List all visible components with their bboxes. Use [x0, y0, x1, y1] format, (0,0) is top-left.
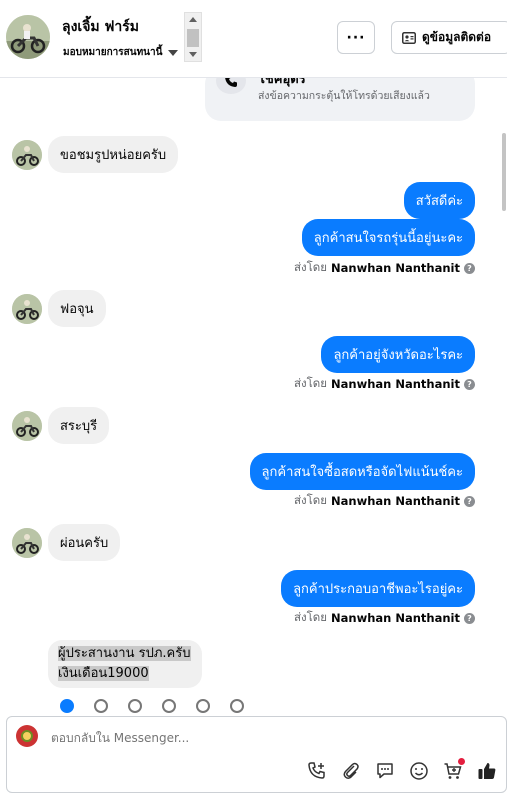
message-bubble[interactable]: ผ่อนครับ	[48, 524, 121, 561]
sent-by-prefix: ส่งโดย	[293, 260, 328, 274]
message-bubble[interactable]: ผู้ประสานงาน รปภ.ครับ เงินเดือน19000	[48, 640, 202, 688]
paperclip-icon[interactable]	[340, 760, 362, 782]
conversation-header: ลุงเจิ้ม ฟาร์ม มอบหมายการสนทนานี้ ··· ดู…	[0, 0, 507, 78]
notification-dot	[458, 758, 465, 765]
message-bubble-outgoing[interactable]: ลูกค้าประกอบอาชีพอะไรอยู่คะ	[281, 570, 475, 607]
message-thread[interactable]: โชคอุดร ส่งข้อความกระตุ้นให้โทรด้วยเสียง…	[0, 78, 507, 713]
thumbs-up-icon[interactable]	[476, 760, 498, 782]
reply-input[interactable]	[51, 731, 351, 745]
sent-by-name[interactable]: Nanwhan Nanthanit	[331, 377, 460, 391]
view-contact-button[interactable]: ดูข้อมูลติดต่อ	[391, 21, 507, 54]
scroll-up-icon[interactable]	[189, 17, 197, 22]
sent-by-name[interactable]: Nanwhan Nanthanit	[331, 261, 460, 275]
reaction-icon[interactable]	[94, 699, 108, 713]
reply-composer	[6, 716, 507, 793]
sent-by-label: ส่งโดย Nanwhan Nanthanit ?	[294, 375, 475, 393]
scroll-thumb[interactable]	[187, 29, 199, 47]
view-contact-label: ดูข้อมูลติดต่อ	[422, 30, 492, 44]
reaction-icon[interactable]	[162, 699, 176, 713]
message-line: ผู้ประสานงาน รปภ.ครับ	[58, 646, 191, 661]
message-bubble-outgoing[interactable]: ลูกค้าสนใจรถรุ่นนี้อยู่นะคะ	[301, 219, 475, 256]
sender-avatar[interactable]	[12, 410, 42, 441]
reaction-icon[interactable]	[230, 699, 244, 713]
page-avatar	[16, 725, 38, 747]
smiley-icon[interactable]	[408, 760, 430, 782]
sender-avatar[interactable]	[12, 293, 42, 324]
sent-by-prefix: ส่งโดย	[293, 610, 328, 624]
message-bubble-outgoing[interactable]: สวัสดีค่ะ	[403, 182, 475, 219]
message-bubble[interactable]: ขอชมรูปหน่อยครับ	[48, 136, 179, 173]
sender-avatar[interactable]	[12, 527, 42, 558]
sent-by-label: ส่งโดย Nanwhan Nanthanit ?	[294, 259, 475, 277]
composer-toolbar	[306, 758, 498, 782]
thread-scrollbar[interactable]	[501, 78, 507, 713]
reaction-icon[interactable]	[128, 699, 142, 713]
phone-plus-icon[interactable]	[306, 760, 328, 782]
sent-by-label: ส่งโดย Nanwhan Nanthanit ?	[294, 492, 475, 510]
contact-avatar[interactable]	[6, 15, 50, 59]
assign-label: มอบหมายการสนทนานี้	[63, 47, 163, 58]
contact-name[interactable]: ลุงเจิ้ม ฟาร์ม	[62, 16, 139, 38]
sent-by-name[interactable]: Nanwhan Nanthanit	[331, 611, 460, 625]
scroll-thumb[interactable]	[502, 133, 506, 211]
message-bubble[interactable]: สระบุรี	[48, 407, 110, 444]
message-row-incoming: ผู้ประสานงาน รปภ.ครับ เงินเดือน19000	[48, 640, 202, 688]
message-bubble-outgoing[interactable]: ลูกค้าอยู่จังหวัดอะไรคะ	[321, 336, 475, 373]
help-icon[interactable]: ?	[464, 378, 475, 390]
reaction-icon[interactable]	[60, 699, 74, 713]
message-line: เงินเดือน19000	[58, 666, 149, 681]
cart-plus-icon[interactable]	[442, 758, 465, 782]
message-row-incoming: สระบุรี	[12, 407, 110, 444]
call-card-subtitle: ส่งข้อความกระตุ้นให้โทรด้วยเสียงแล้ว	[258, 90, 430, 102]
contact-card-icon	[402, 31, 416, 44]
reaction-icon[interactable]	[196, 699, 210, 713]
chat-bubble-icon[interactable]	[374, 760, 396, 782]
phone-icon	[216, 78, 246, 94]
message-bubble[interactable]: ฟอจุน	[48, 290, 106, 327]
help-icon[interactable]: ?	[464, 262, 475, 274]
assign-dropdown[interactable]: มอบหมายการสนทนานี้	[63, 45, 179, 60]
sender-avatar[interactable]	[12, 139, 42, 170]
sent-by-prefix: ส่งโดย	[293, 376, 328, 390]
header-scrollbar[interactable]	[184, 12, 202, 62]
call-request-card: โชคอุดร ส่งข้อความกระตุ้นให้โทรด้วยเสียง…	[205, 78, 475, 121]
reaction-toolbar-peek	[48, 695, 268, 713]
help-icon[interactable]: ?	[464, 612, 475, 624]
scroll-down-icon[interactable]	[189, 52, 197, 57]
sent-by-prefix: ส่งโดย	[293, 493, 328, 507]
help-icon[interactable]: ?	[464, 495, 475, 507]
more-options-button[interactable]: ···	[337, 21, 375, 54]
message-row-incoming: ขอชมรูปหน่อยครับ	[12, 136, 179, 173]
message-bubble-outgoing[interactable]: ลูกค้าสนใจซื้อสดหรือจัดไฟแน้นช์คะ	[249, 453, 475, 490]
sent-by-name[interactable]: Nanwhan Nanthanit	[331, 494, 460, 508]
message-row-incoming: ฟอจุน	[12, 290, 106, 327]
message-row-incoming: ผ่อนครับ	[12, 524, 121, 561]
sent-by-label: ส่งโดย Nanwhan Nanthanit ?	[294, 609, 475, 627]
caret-down-icon	[168, 49, 179, 56]
